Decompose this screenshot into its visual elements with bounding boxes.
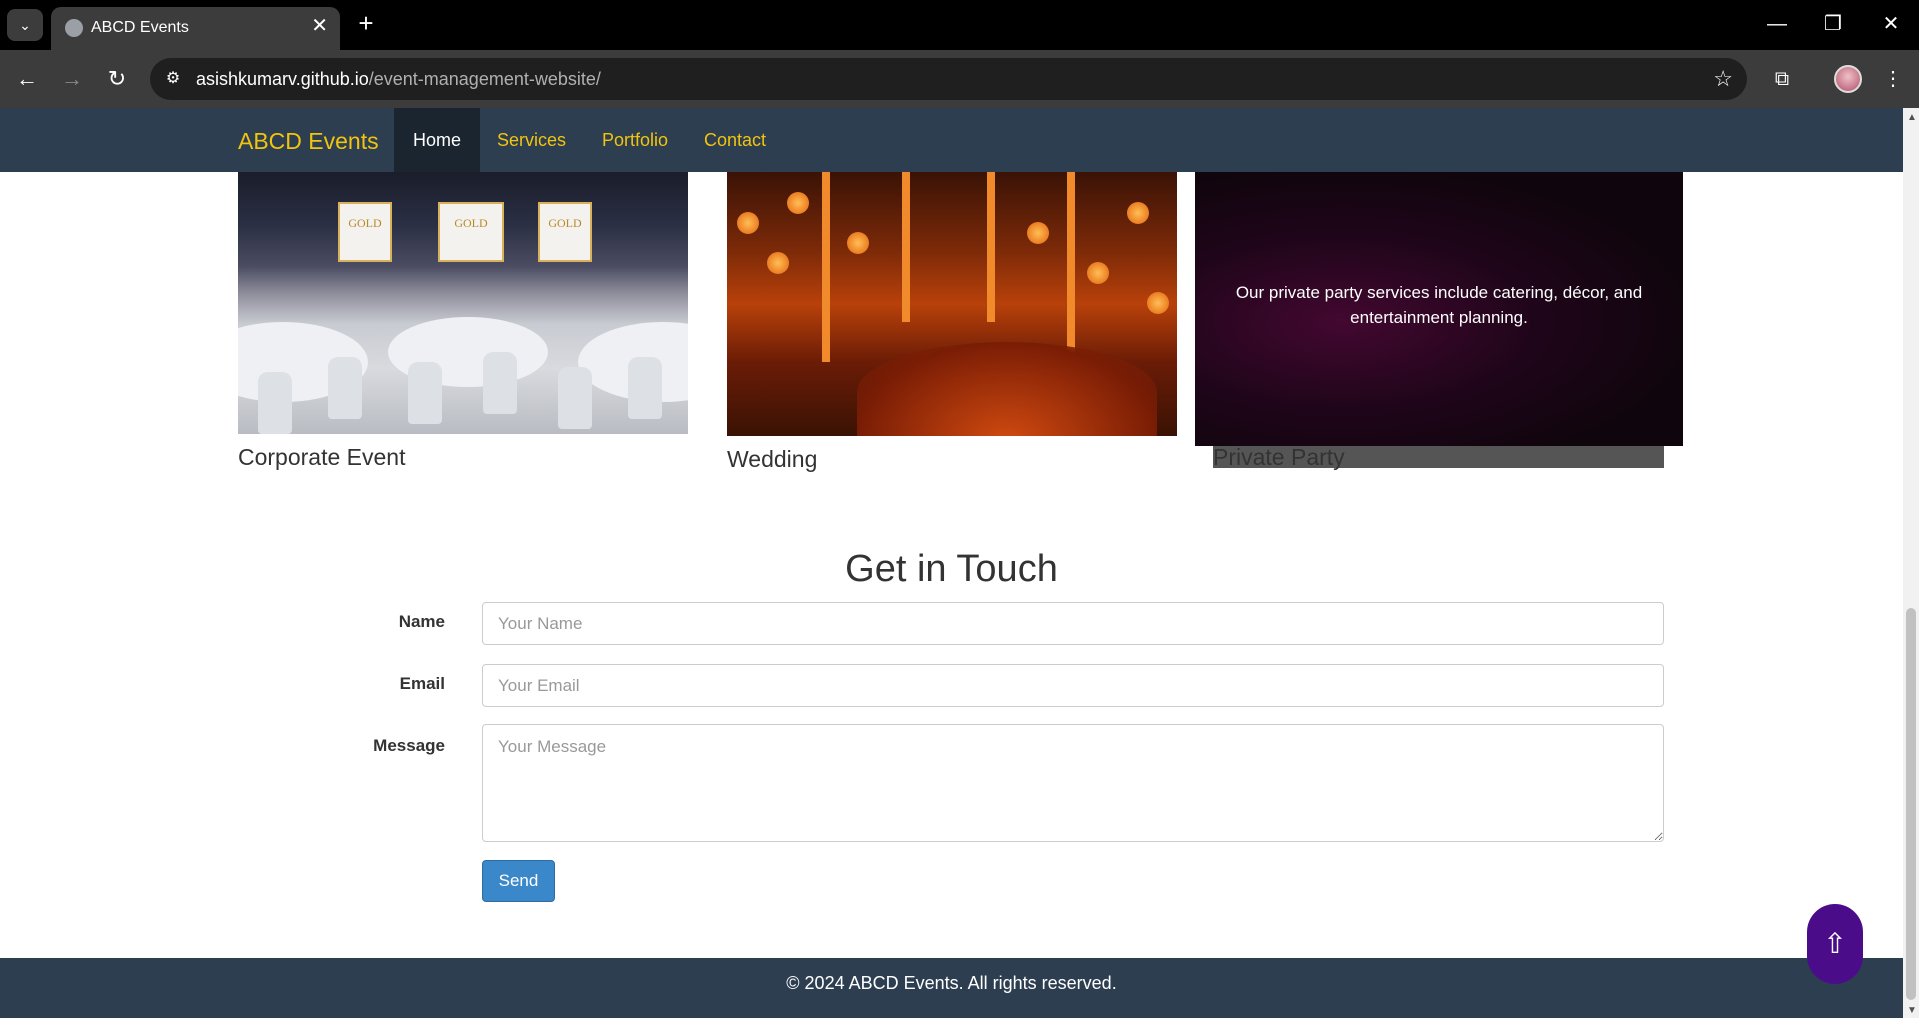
address-bar[interactable]: ⚙ asishkumarv.github.io/event-management… xyxy=(150,58,1747,100)
message-textarea[interactable] xyxy=(482,724,1664,842)
browser-tabstrip: ⌄ ABCD Events ✕ + — ❐ ✕ xyxy=(0,0,1919,50)
scroll-up-arrow-icon[interactable]: ▲ xyxy=(1907,112,1917,123)
profile-avatar[interactable] xyxy=(1834,65,1862,93)
page-scrollbar[interactable]: ▲ ▼ xyxy=(1903,108,1919,1018)
brand-logo[interactable]: ABCD Events xyxy=(238,128,379,155)
private-party-image[interactable]: Our private party services include cater… xyxy=(1195,172,1683,446)
globe-icon xyxy=(65,19,83,37)
corporate-event-caption: Corporate Event xyxy=(238,444,406,470)
wedding-image xyxy=(727,172,1177,436)
forward-arrow-icon[interactable]: → xyxy=(56,63,88,95)
url-text[interactable]: asishkumarv.github.io/event-management-w… xyxy=(196,69,601,90)
browser-toolbar: ← → ↻ ⚙ asishkumarv.github.io/event-mana… xyxy=(0,50,1919,108)
site-footer: © 2024 ABCD Events. All rights reserved. xyxy=(0,958,1903,1018)
scroll-thumb[interactable] xyxy=(1906,608,1916,1000)
nav-portfolio[interactable]: Portfolio xyxy=(583,108,687,172)
scroll-down-arrow-icon[interactable]: ▼ xyxy=(1907,1005,1917,1016)
tab-search-button[interactable]: ⌄ xyxy=(7,9,43,41)
new-tab-button[interactable]: + xyxy=(352,10,380,38)
email-input[interactable] xyxy=(482,664,1664,707)
nav-services[interactable]: Services xyxy=(478,108,585,172)
site-navbar: ABCD Events Home Services Portfolio Cont… xyxy=(0,108,1903,172)
browser-tab[interactable]: ABCD Events ✕ xyxy=(51,7,340,50)
message-label: Message xyxy=(373,736,445,755)
site-info-icon[interactable]: ⚙ xyxy=(162,68,184,90)
back-arrow-icon[interactable]: ← xyxy=(11,63,43,95)
contact-title: Get in Touch xyxy=(845,548,1058,590)
corporate-event-image: GOLD GOLD GOLD xyxy=(238,172,688,434)
stage-screen: GOLD xyxy=(438,202,504,262)
private-party-description: Our private party services include cater… xyxy=(1235,283,1643,327)
email-label: Email xyxy=(399,674,445,693)
close-tab-icon[interactable]: ✕ xyxy=(311,16,328,36)
stage-screen: GOLD xyxy=(338,202,392,262)
chevron-down-icon: ⌄ xyxy=(19,16,31,33)
tab-title: ABCD Events xyxy=(91,19,189,36)
name-input[interactable] xyxy=(482,602,1664,645)
restore-button[interactable]: ❐ xyxy=(1808,8,1858,40)
send-button[interactable]: Send xyxy=(482,860,555,902)
nav-home[interactable]: Home xyxy=(394,108,481,172)
reload-icon[interactable]: ↻ xyxy=(101,63,133,95)
private-party-caption: Private Party xyxy=(1213,444,1345,470)
menu-kebab-icon[interactable]: ⋮ xyxy=(1877,63,1909,95)
nav-contact[interactable]: Contact xyxy=(685,108,785,172)
back-to-top-button[interactable]: ⇧ xyxy=(1807,904,1863,984)
bookmark-star-icon[interactable]: ☆ xyxy=(1713,66,1733,92)
wedding-caption: Wedding xyxy=(727,446,818,472)
extensions-icon[interactable]: ⧉ xyxy=(1766,63,1798,95)
close-window-button[interactable]: ✕ xyxy=(1866,8,1916,40)
copyright-text: © 2024 ABCD Events. All rights reserved. xyxy=(786,973,1117,993)
minimize-button[interactable]: — xyxy=(1752,8,1802,40)
stage-screen: GOLD xyxy=(538,202,592,262)
page-viewport: ABCD Events Home Services Portfolio Cont… xyxy=(0,108,1903,1018)
name-label: Name xyxy=(398,612,445,631)
